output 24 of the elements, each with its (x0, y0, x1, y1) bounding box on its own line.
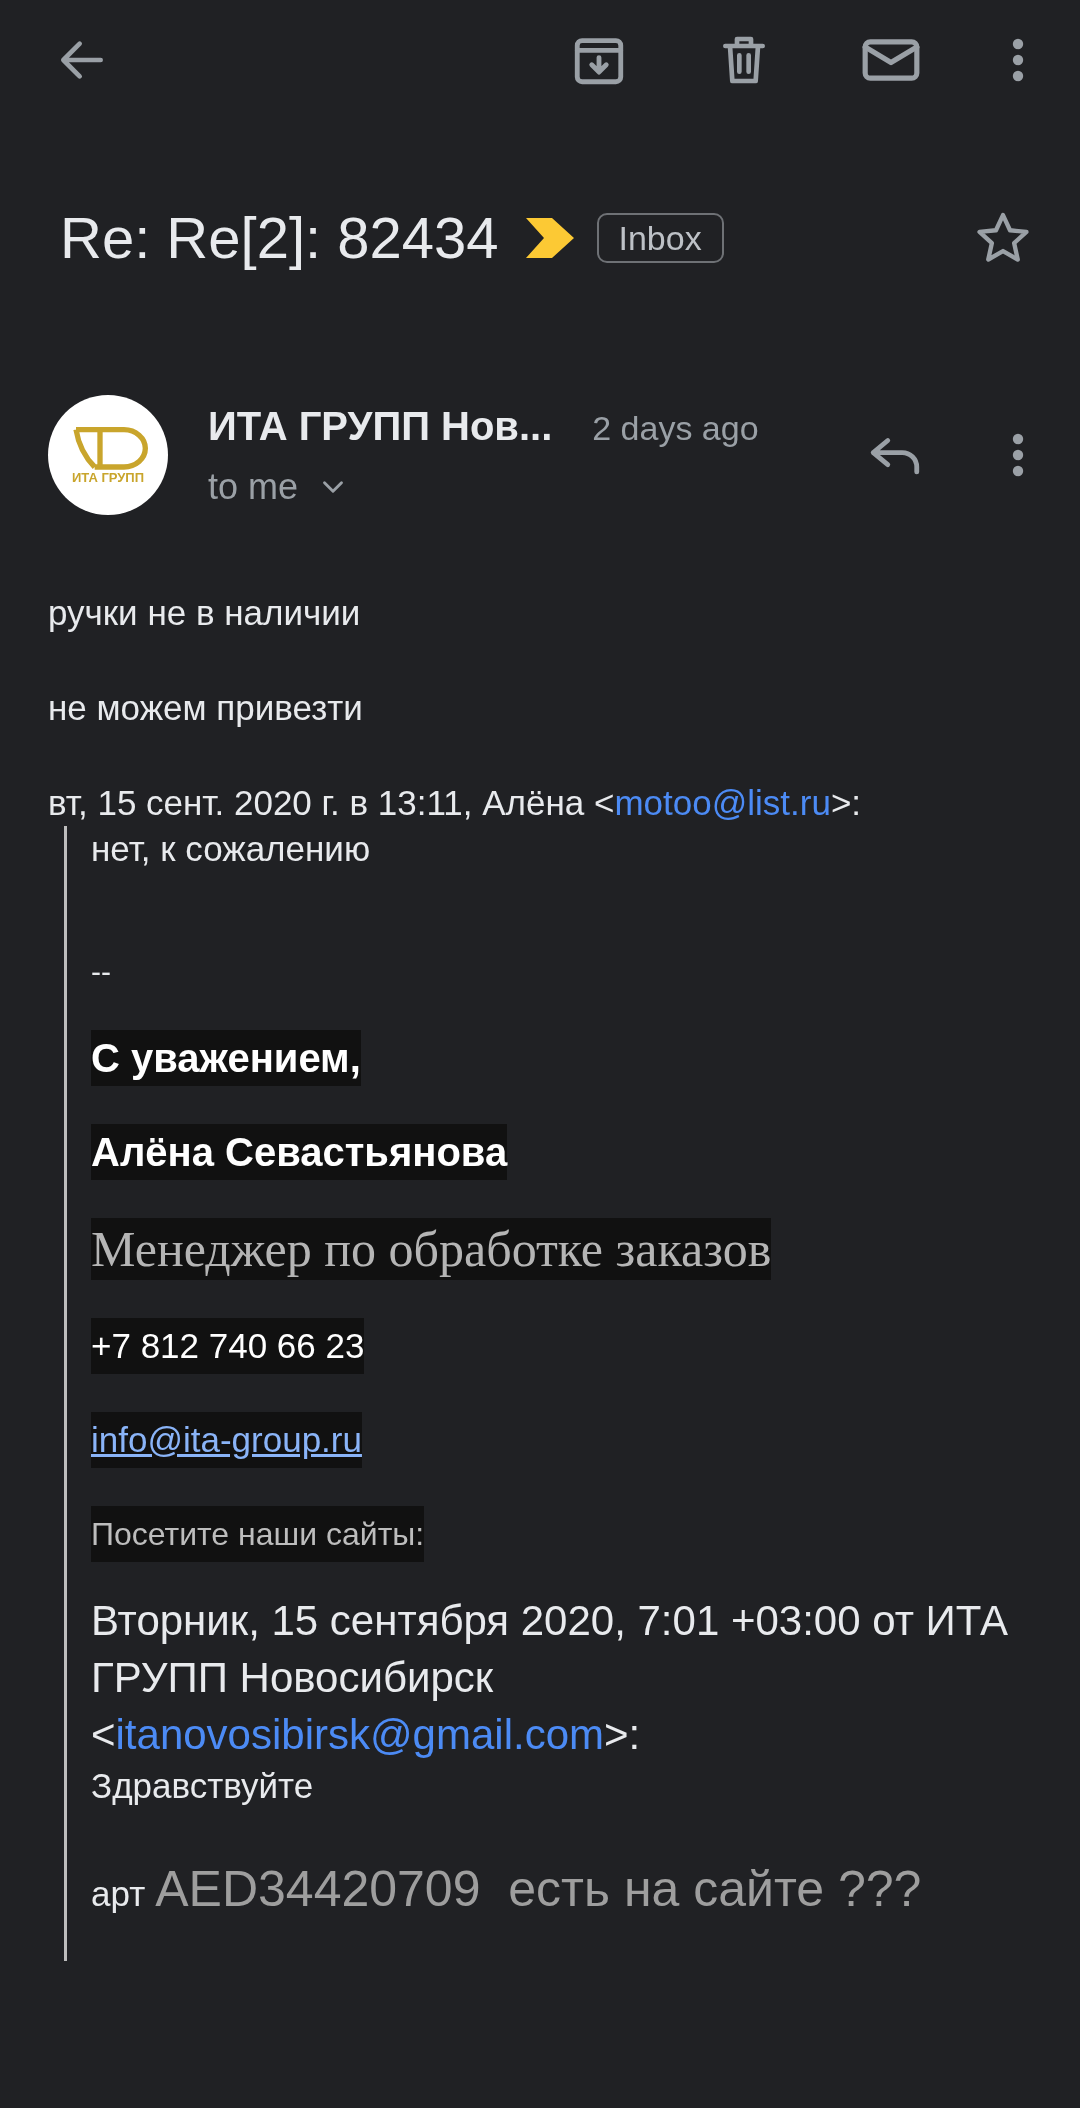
article-text: AED34420709 есть на сайте ??? (155, 1860, 922, 1919)
sender-name: ИТА ГРУПП Нов... (208, 403, 553, 450)
message-time: 2 days ago (592, 408, 759, 449)
importance-marker-icon[interactable] (524, 217, 575, 258)
email-link[interactable]: itanovosibirsk@gmail.com (115, 1711, 604, 1758)
message-text: арт (91, 1873, 146, 1915)
email-subject: Re: Re[2]: 82434 (60, 204, 499, 272)
signature-email-link[interactable]: info@ita-group.ru (91, 1412, 362, 1468)
quote-attribution: Вторник, 15 сентября 2020, 7:01 +03:00 от ИТА ГРУПП Новосибирск <itanovosibirsk@gmail.com>: (91, 1596, 1010, 1760)
inbox-label[interactable]: Inbox (596, 212, 724, 263)
message-text: Здравствуйте (91, 1765, 315, 1807)
message-text: нет, к сожалению (91, 828, 372, 870)
recipient-text: to me (208, 465, 299, 509)
signature-text: Посетите наши сайты: (91, 1506, 425, 1562)
signature-text: С уважением, (91, 1030, 361, 1086)
message-text: ручки не в наличии (48, 592, 362, 634)
signature-text: Алёна Севастьянова (91, 1124, 508, 1180)
email-link[interactable]: motoo@list.ru (614, 783, 831, 822)
signature-title: Менеджер по обработке заказов (91, 1218, 772, 1280)
signature-phone: +7 812 740 66 23 (91, 1318, 365, 1374)
signature-separator: -- (91, 954, 112, 990)
logo-text: ИТА ГРУПП (71, 470, 145, 486)
quote-attribution: вт, 15 сент. 2020 г. в 13:11, Алёна <motoo@list.ru>: (48, 782, 863, 824)
message-text: не можем привезти (48, 687, 364, 729)
